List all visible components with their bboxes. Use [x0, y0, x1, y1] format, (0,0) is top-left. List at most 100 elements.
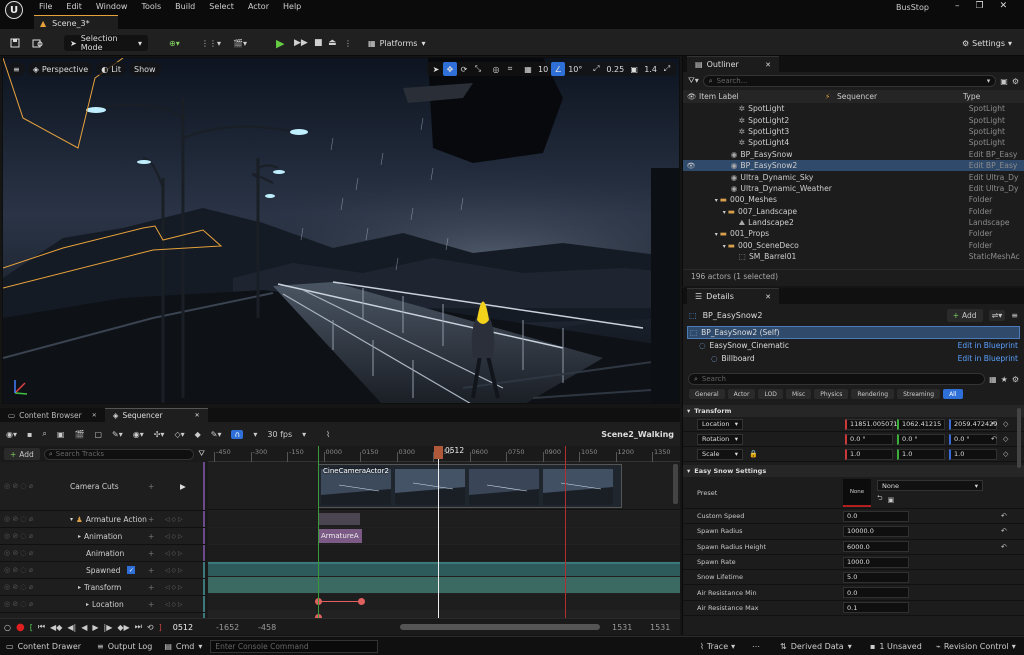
expand-chevron-icon[interactable]: ▸ [86, 601, 89, 608]
outliner-row[interactable]: ✲ SpotLight2 SpotLight [683, 114, 1024, 125]
expand-chevron-icon[interactable]: ▾ [715, 197, 718, 204]
add-component-button[interactable]: + Add [946, 308, 983, 322]
animation-clip[interactable]: ArmatureA [318, 529, 362, 543]
settings-button[interactable]: ⚙ Settings ▾ [962, 39, 1012, 48]
add-key-icon[interactable]: + [148, 583, 154, 592]
timeline-scrollbar-v[interactable] [673, 464, 678, 504]
cinematics-icon[interactable]: 🎬▾ [229, 34, 251, 52]
rotation-y-field[interactable]: 0.0 ° [897, 433, 945, 445]
add-key-icon[interactable]: + [148, 515, 154, 524]
snap-magnet-icon[interactable]: ∩ [231, 429, 244, 439]
rotation-z-field[interactable]: 0.0 ° [949, 433, 997, 445]
add-key-icon[interactable]: + [148, 600, 154, 609]
blueprint-icon[interactable]: ⋮⋮▾ [197, 34, 225, 52]
close-icon[interactable]: ✕ [92, 412, 97, 419]
filter-tab-lod[interactable]: LOD [758, 389, 783, 399]
col-sequencer[interactable]: Sequencer [837, 92, 963, 101]
timeline-hscroll[interactable] [400, 624, 600, 630]
eject-icon[interactable]: ⏏ [324, 34, 341, 52]
track-controls-icon[interactable]: ◎ ⊘ ◌ ⌀ [0, 549, 52, 557]
playhead-handle[interactable] [434, 446, 443, 459]
curve-editor-icon[interactable]: ⌇ [326, 430, 330, 439]
rotate-tool-icon[interactable]: ⟳ [457, 62, 471, 76]
keyframe-nav-icon[interactable]: ◁ ◇ ▷ [165, 533, 183, 540]
expand-chevron-icon[interactable]: ▸ [78, 533, 81, 540]
scale-tool-icon[interactable]: ⤡ [471, 62, 485, 76]
scale-dropdown[interactable]: Scale ▾ [697, 448, 743, 460]
jump-end-icon[interactable]: ⏭ [135, 622, 142, 632]
sequencer-track[interactable]: ◎ ⊘ ◌ ⌀ Spawned ✓ + ◁ ◇ ▷ [0, 562, 205, 579]
location-z-field[interactable]: 2059.472429 [949, 418, 997, 430]
range-start[interactable]: -1652 [216, 623, 239, 632]
reset-icon[interactable]: ↶ [991, 420, 997, 428]
outliner-row[interactable]: ⬚ SM_Barrel01 StaticMeshAc [683, 251, 1024, 262]
sequencer-track[interactable]: ◎ ⊘ ◌ ⌀ ▸ Transform + ◁ ◇ ▷ [0, 579, 205, 596]
property-value-field[interactable]: 10000.0 [843, 525, 909, 537]
translate-tool-icon[interactable]: ✥ [443, 62, 457, 76]
details-scrollbar[interactable] [1017, 408, 1021, 468]
fps-dropdown[interactable]: 30 fps [267, 430, 292, 439]
filter-icon[interactable]: ⛛▾ [688, 76, 699, 86]
component-row[interactable]: ◌ Billboard Edit in Blueprint [687, 352, 1020, 365]
outliner-item-type[interactable]: Edit Ultra_Dy [969, 173, 1024, 182]
expand-chevron-icon[interactable]: ▾ [723, 209, 726, 216]
outliner-row[interactable]: ▾ ▬ 001_Props Folder [683, 228, 1024, 239]
filter-tab-actor[interactable]: Actor [727, 389, 756, 399]
add-track-button[interactable]: + Add [4, 448, 40, 460]
cmd-dropdown[interactable]: ▤ Cmd ▾ [164, 642, 202, 651]
tab-scene[interactable]: ▲ Scene_3* [34, 15, 118, 30]
preset-thumbnail[interactable]: None [843, 478, 871, 507]
clapper-icon[interactable]: 🎬 [74, 430, 84, 439]
blueprint-options-icon[interactable]: ⇌▾ [988, 309, 1006, 321]
sequencer-track[interactable]: ◎ ⊘ ◌ ⌀ ▸ Animation + ◁ ◇ ▷ [0, 528, 205, 545]
eye-icon[interactable]: ◉▾ [133, 430, 144, 439]
skip-icon[interactable]: ▶▶ [290, 34, 312, 52]
track-controls-icon[interactable]: ◎ ⊘ ◌ ⌀ [0, 532, 52, 540]
property-value-field[interactable]: 5.0 [843, 571, 909, 583]
tab-content-browser[interactable]: ▭ Content Browser ✕ [0, 408, 105, 422]
lock-icon[interactable]: 🔒 [749, 450, 758, 458]
component-row[interactable]: ◌ EasySnow_Cinematic Edit in Blueprint [687, 339, 1020, 352]
rotation-dropdown[interactable]: Rotation ▾ [697, 433, 743, 445]
camera-clip[interactable]: CineCameraActor2 [318, 464, 622, 508]
keyframe-nav-icon[interactable]: ◁ ◇ ▷ [165, 567, 183, 574]
range-start-2[interactable]: -458 [258, 623, 276, 632]
selection-mode-dropdown[interactable]: ➤ Selection Mode ▾ [64, 34, 148, 52]
scale-snap-value[interactable]: 0.25 [603, 65, 627, 74]
spawned-checkbox[interactable]: ✓ [127, 566, 136, 574]
add-key-icon[interactable]: + [148, 549, 154, 558]
prev-key-icon[interactable]: ◀◆ [50, 623, 62, 632]
track-controls-icon[interactable]: ◎ ⊘ ◌ ⌀ [0, 482, 52, 490]
location-key-end[interactable] [358, 598, 365, 605]
details-search-input[interactable]: ⌕ Search [688, 373, 986, 385]
table-view-icon[interactable]: ▦ [989, 375, 997, 384]
expand-chevron-icon[interactable]: ▾ [715, 231, 718, 238]
col-item-label[interactable]: Item Label [699, 92, 825, 101]
add-actor-icon[interactable]: ⊕▾ [165, 34, 184, 52]
location-dropdown[interactable]: Location ▾ [697, 418, 743, 430]
filter-tab-all[interactable]: All [943, 389, 963, 399]
timeline-area[interactable]: -450 -300 -150 0000 0150 0300 0450 0600 0750 0900… [208, 446, 680, 618]
keyframe-nav-icon[interactable]: ◁ ◇ ▷ [165, 550, 183, 557]
next-key-icon[interactable]: ◆▶ [117, 623, 129, 632]
filter-tab-streaming[interactable]: Streaming [897, 389, 941, 399]
visibility-icon[interactable]: 👁 [687, 92, 699, 101]
show-button[interactable]: Show [129, 62, 161, 76]
loop-icon[interactable]: ○ [4, 623, 11, 632]
easy-snow-category[interactable]: ▾ Easy Snow Settings [683, 465, 1024, 477]
maximize-viewport-icon[interactable]: ⤢ [660, 62, 674, 76]
track-controls-icon[interactable]: ◎ ⊘ ◌ ⌀ [0, 583, 52, 591]
grid-snap-icon[interactable]: ▦ [521, 62, 535, 76]
outliner-row[interactable]: 👁 ◉ BP_EasySnow2 Edit BP_Easy [683, 159, 1024, 172]
notifications-icon[interactable]: ⋯ [752, 642, 760, 651]
filter-tab-misc[interactable]: Misc [785, 389, 812, 399]
play-reverse-icon[interactable]: ◀ [81, 623, 87, 632]
save-icon[interactable]: ▪ [27, 430, 32, 439]
component-row[interactable]: ⬚ BP_EasySnow2 (Self) [687, 326, 1020, 339]
playback-options-icon[interactable]: ▾ [253, 430, 257, 439]
add-key-icon[interactable]: + [148, 482, 154, 491]
armature-bar[interactable] [318, 513, 360, 525]
property-value-field[interactable]: 6000.0 [843, 541, 909, 553]
browse-icon[interactable] [28, 34, 48, 52]
keyframe-nav-icon[interactable]: ◁ ◇ ▷ [165, 584, 183, 591]
